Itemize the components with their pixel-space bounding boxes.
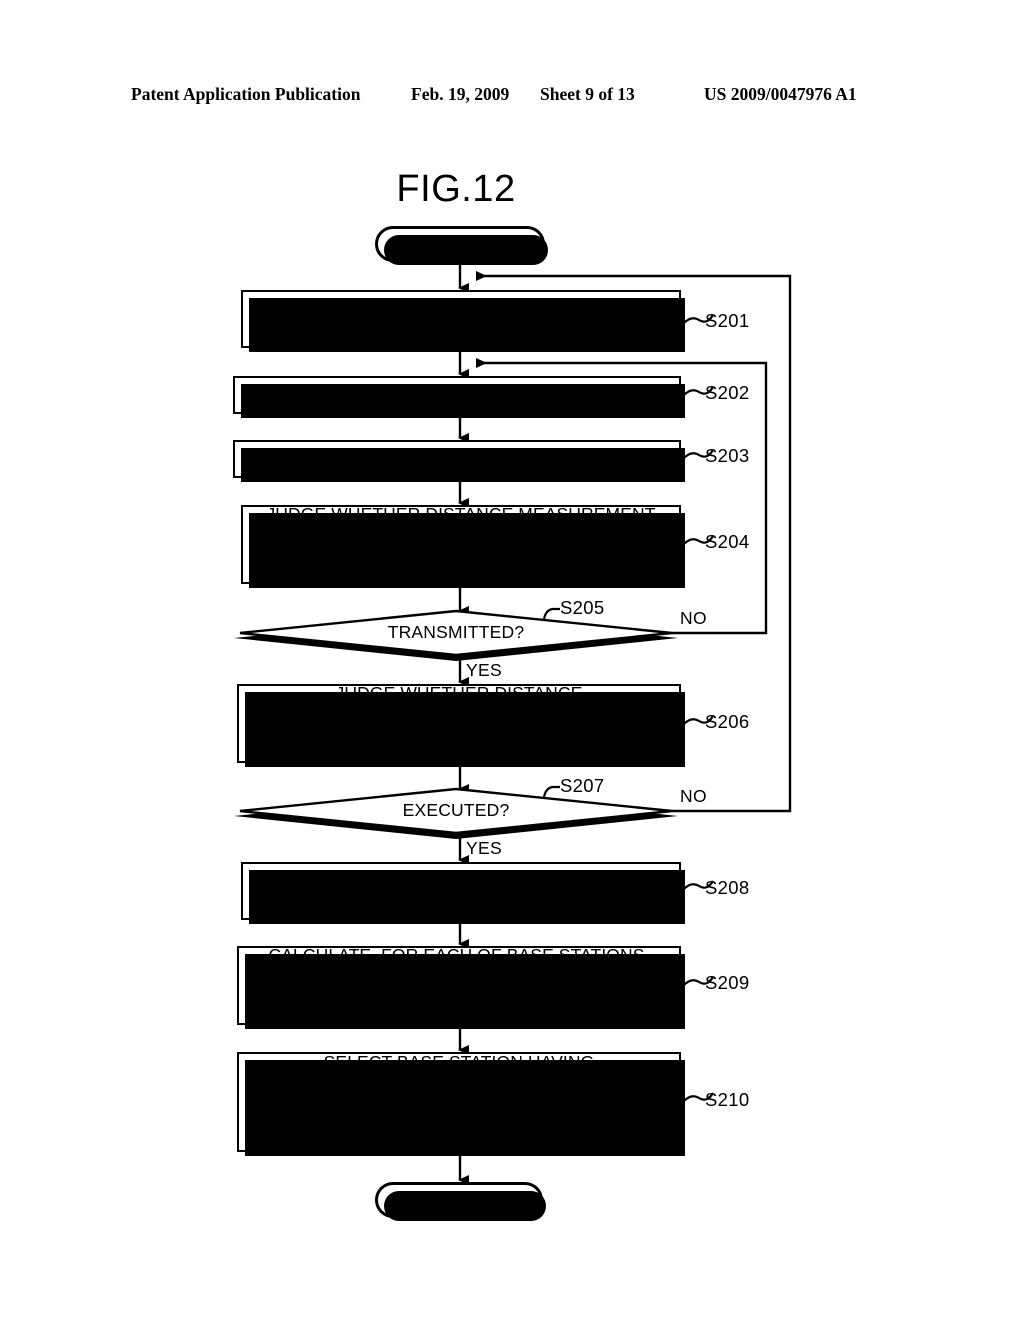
step-reference-s210: S210 — [705, 1089, 749, 1111]
flow-step-s203-text: SAVE RESULT OF DISTANCE MEASUREMENT — [265, 448, 649, 469]
flow-branch-s207-no: NO — [680, 786, 707, 807]
step-reference-s204-text: S204 — [705, 531, 750, 552]
flow-branch-s205-no: NO — [680, 608, 707, 629]
step-reference-s205: S205 — [560, 597, 604, 619]
flow-start-terminator: START — [375, 226, 548, 265]
flow-step-s204-text: JUDGE WHETHER DISTANCE MEASUREMENT PULSE… — [261, 503, 660, 584]
flow-step-s208: CALCULATE UNKNOWN POSITIONS OF BASE STAT… — [241, 862, 685, 924]
flow-step-s203: SAVE RESULT OF DISTANCE MEASUREMENT — [233, 440, 685, 482]
step-reference-s205-text: S205 — [560, 597, 605, 618]
flow-decision-s207: EXECUTED? — [234, 787, 678, 839]
step-reference-s202: S202 — [705, 382, 749, 404]
flow-branch-s207-yes-text: YES — [466, 838, 502, 858]
step-reference-s210-text: S210 — [705, 1089, 750, 1110]
flow-end-terminator: END — [375, 1182, 546, 1221]
step-reference-s203: S203 — [705, 445, 749, 467]
flow-branch-s205-no-text: NO — [680, 608, 707, 628]
step-reference-s207: S207 — [560, 775, 604, 797]
flow-step-s209-text: CALCULATE, FOR EACH OF BASE STATIONS, NU… — [268, 944, 650, 1025]
step-reference-s203-text: S203 — [705, 445, 750, 466]
step-reference-s204: S204 — [705, 531, 749, 553]
flow-step-s208-text: CALCULATE UNKNOWN POSITIONS OF BASE STAT… — [310, 870, 612, 910]
flow-step-s202-text: TRANSMIT DISTANCE MEASUREMENT PULSE — [263, 384, 651, 405]
step-reference-s202-text: S202 — [705, 382, 750, 403]
flow-step-s202: TRANSMIT DISTANCE MEASUREMENT PULSE — [233, 376, 685, 418]
flow-step-s210-text: SELECT BASE STATION HAVING LARGEST NUMBE… — [268, 1051, 650, 1151]
flow-step-s210: SELECT BASE STATION HAVING LARGEST NUMBE… — [237, 1051, 685, 1156]
flow-branch-s207-no-text: NO — [680, 786, 707, 806]
step-reference-s208: S208 — [705, 877, 749, 899]
flow-step-s201: DETERMINE BASE STATION AT TRANSMISSION S… — [241, 290, 685, 352]
flow-decision-s207-text: EXECUTED? — [402, 800, 510, 820]
flow-decision-s205: TRANSMITTED? — [234, 609, 678, 661]
flow-step-s209: CALCULATE, FOR EACH OF BASE STATIONS, NU… — [237, 944, 685, 1029]
flow-decision-s205-text: TRANSMITTED? — [387, 622, 525, 642]
flow-step-s206-text: JUDGE WHETHER DISTANCE MEASUREMENT HAS B… — [259, 682, 659, 763]
step-reference-s206: S206 — [705, 711, 749, 733]
step-reference-s206-text: S206 — [705, 711, 750, 732]
step-reference-s207-text: S207 — [560, 775, 605, 796]
step-reference-s201-text: S201 — [705, 310, 750, 331]
flow-step-s206: JUDGE WHETHER DISTANCE MEASUREMENT HAS B… — [237, 682, 685, 767]
flow-step-s204: JUDGE WHETHER DISTANCE MEASUREMENT PULSE… — [241, 503, 685, 588]
step-reference-s209-text: S209 — [705, 972, 750, 993]
step-reference-s208-text: S208 — [705, 877, 750, 898]
step-reference-s201: S201 — [705, 310, 749, 332]
flow-branch-s205-yes-text: YES — [466, 660, 502, 680]
flow-branch-s207-yes: YES — [466, 838, 502, 859]
step-reference-s209: S209 — [705, 972, 749, 994]
flow-step-s201-text: DETERMINE BASE STATION AT TRANSMISSION S… — [340, 298, 582, 338]
flow-start-label: START — [428, 233, 492, 254]
flow-branch-s205-yes: YES — [466, 660, 502, 681]
flow-end-label: END — [438, 1189, 480, 1210]
flowchart-diagram: START DETERMINE BASE STATION AT TRANSMIS… — [0, 0, 1024, 1320]
